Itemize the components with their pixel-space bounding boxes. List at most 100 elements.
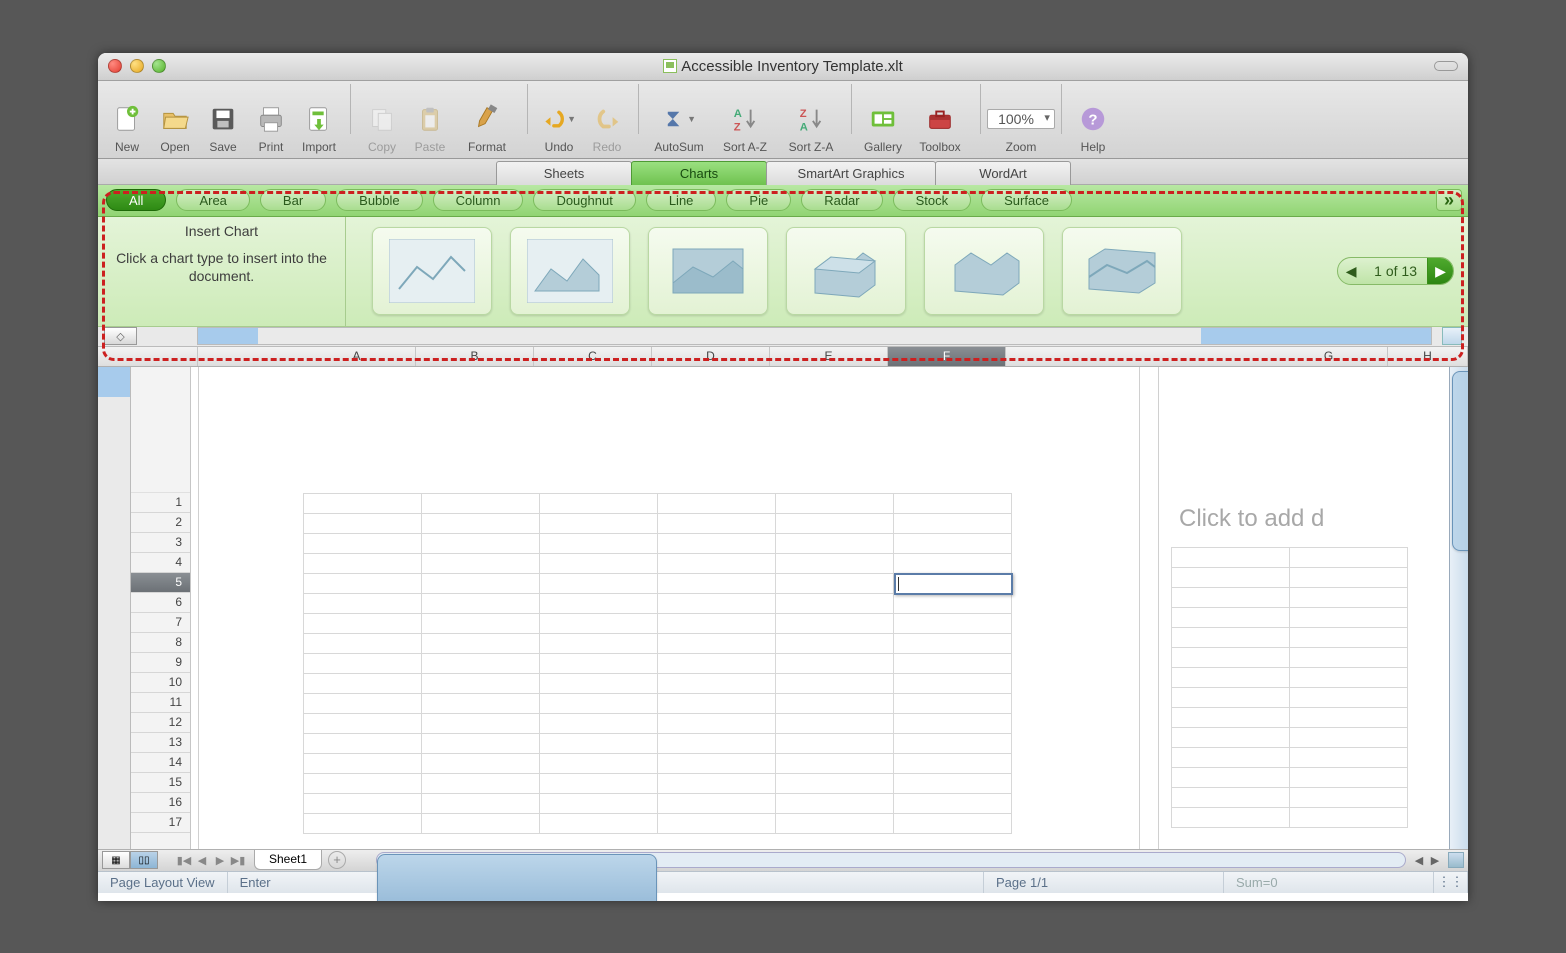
chart-cat-bar[interactable]: Bar — [260, 189, 326, 211]
ribbon-tab-wordart[interactable]: WordArt — [935, 161, 1071, 185]
ribbon-tab-charts[interactable]: Charts — [631, 161, 767, 185]
autosum-button[interactable]: ▼AutoSum — [647, 102, 711, 154]
undo-button[interactable]: ▼Undo — [536, 102, 582, 154]
chart-cat-surface[interactable]: Surface — [981, 189, 1072, 211]
sheet-next[interactable]: ▶ — [212, 854, 228, 867]
col-E[interactable]: E — [770, 347, 888, 366]
row-8[interactable]: 8 — [131, 633, 190, 653]
redo-button[interactable]: Redo — [584, 102, 630, 154]
hscroll-right[interactable]: ▶ — [1428, 854, 1442, 867]
toolbar-toggle-pill[interactable] — [1434, 61, 1458, 71]
status-view[interactable]: Page Layout View — [98, 872, 228, 893]
row-17[interactable]: 17 — [131, 813, 190, 833]
col-H[interactable]: H — [1388, 347, 1468, 366]
toolbox-button[interactable]: Toolbox — [908, 102, 972, 154]
col-F[interactable]: F — [888, 347, 1006, 366]
svg-text:Z: Z — [734, 121, 741, 133]
sheet-last[interactable]: ▶▮ — [230, 854, 246, 867]
side-cell-grid[interactable] — [1171, 547, 1408, 828]
row-13[interactable]: 13 — [131, 733, 190, 753]
chart-thumb-2[interactable] — [510, 227, 630, 315]
ruler-collapse[interactable] — [1442, 327, 1462, 345]
horizontal-ruler-row: ◇ — [98, 327, 1468, 347]
format-button[interactable]: Format — [455, 102, 519, 154]
titlebar: Accessible Inventory Template.xlt — [98, 53, 1468, 81]
row-11[interactable]: 11 — [131, 693, 190, 713]
ribbon-tab-sheets[interactable]: Sheets — [496, 161, 632, 185]
copy-button[interactable]: Copy — [359, 102, 405, 154]
sort-za-button[interactable]: ZASort Z-A — [779, 102, 843, 154]
row-1[interactable]: 1 — [131, 493, 190, 513]
row-2[interactable]: 2 — [131, 513, 190, 533]
sheet-canvas[interactable]: Click to add d — [191, 367, 1449, 849]
chart-cat-bubble[interactable]: Bubble — [336, 189, 422, 211]
paste-button[interactable]: Paste — [407, 102, 453, 154]
status-sum: Sum=0 — [1224, 872, 1434, 893]
chart-cat-line[interactable]: Line — [646, 189, 717, 211]
col-D[interactable]: D — [652, 347, 770, 366]
hscroll-thumb[interactable] — [377, 854, 657, 901]
chart-gallery: Insert Chart Click a chart type to inser… — [98, 217, 1468, 327]
hscroll-left[interactable]: ◀ — [1412, 854, 1426, 867]
cell-grid[interactable] — [303, 493, 1012, 834]
col-C[interactable]: C — [534, 347, 652, 366]
sheet-tab-1[interactable]: Sheet1 — [254, 850, 322, 870]
status-resize-icon[interactable]: ⋮⋮ — [1434, 872, 1468, 893]
chart-cat-pie[interactable]: Pie — [726, 189, 791, 211]
chart-cat-stock[interactable]: Stock — [893, 189, 972, 211]
row-5[interactable]: 5 — [131, 573, 190, 593]
chart-thumb-3[interactable] — [648, 227, 768, 315]
new-button[interactable]: New — [104, 102, 150, 154]
chart-cat-doughnut[interactable]: Doughnut — [533, 189, 635, 211]
chart-thumb-1[interactable] — [372, 227, 492, 315]
horizontal-scrollbar[interactable] — [376, 852, 1406, 868]
pager-prev[interactable]: ◀ — [1338, 258, 1364, 284]
sheet-prev[interactable]: ◀ — [194, 854, 210, 867]
row-10[interactable]: 10 — [131, 673, 190, 693]
row-9[interactable]: 9 — [131, 653, 190, 673]
save-button[interactable]: Save — [200, 102, 246, 154]
gallery-button[interactable]: Gallery — [860, 102, 906, 154]
zoom-dropdown[interactable]: 100%Zoom — [989, 102, 1053, 154]
row-4[interactable]: 4 — [131, 553, 190, 573]
chart-cat-area[interactable]: Area — [176, 189, 249, 211]
chart-cat-column[interactable]: Column — [433, 189, 524, 211]
sort-az-button[interactable]: AZSort A-Z — [713, 102, 777, 154]
chart-cat-all[interactable]: All — [106, 189, 166, 211]
insert-chart-header: Insert Chart — [185, 223, 258, 239]
row-6[interactable]: 6 — [131, 593, 190, 613]
col-B[interactable]: B — [416, 347, 534, 366]
page-layout-view-button[interactable]: ▯▯ — [130, 851, 158, 869]
row-14[interactable]: 14 — [131, 753, 190, 773]
vscroll-thumb[interactable] — [1452, 371, 1468, 551]
chart-thumb-6[interactable] — [1062, 227, 1182, 315]
split-handle[interactable] — [1448, 852, 1464, 868]
row-16[interactable]: 16 — [131, 793, 190, 813]
horizontal-ruler[interactable] — [197, 327, 1432, 345]
ribbon-tab-smartart[interactable]: SmartArt Graphics — [766, 161, 936, 185]
chart-cat-radar[interactable]: Radar — [801, 189, 882, 211]
row-15[interactable]: 15 — [131, 773, 190, 793]
chart-thumb-4[interactable] — [786, 227, 906, 315]
pager-next[interactable]: ▶ — [1427, 258, 1453, 284]
import-button[interactable]: Import — [296, 102, 342, 154]
help-button[interactable]: ?Help — [1070, 102, 1116, 154]
add-sheet-button[interactable]: + — [328, 851, 346, 869]
ruler-origin-handle[interactable]: ◇ — [104, 327, 137, 345]
col-G[interactable]: G — [1270, 347, 1388, 366]
add-data-placeholder[interactable]: Click to add d — [1179, 505, 1324, 533]
print-button[interactable]: Print — [248, 102, 294, 154]
row-12[interactable]: 12 — [131, 713, 190, 733]
ribbon-tabs: Sheets Charts SmartArt Graphics WordArt — [98, 159, 1468, 185]
sheet-first[interactable]: ▮◀ — [176, 854, 192, 867]
active-cell[interactable] — [894, 573, 1013, 595]
chart-cat-more[interactable]: » — [1436, 189, 1462, 211]
open-button[interactable]: Open — [152, 102, 198, 154]
row-7[interactable]: 7 — [131, 613, 190, 633]
vertical-scrollbar[interactable] — [1449, 367, 1468, 849]
row-3[interactable]: 3 — [131, 533, 190, 553]
col-A[interactable]: A — [298, 347, 416, 366]
chart-thumb-5[interactable] — [924, 227, 1044, 315]
vertical-ruler[interactable] — [98, 367, 131, 849]
normal-view-button[interactable]: ▦ — [102, 851, 130, 869]
